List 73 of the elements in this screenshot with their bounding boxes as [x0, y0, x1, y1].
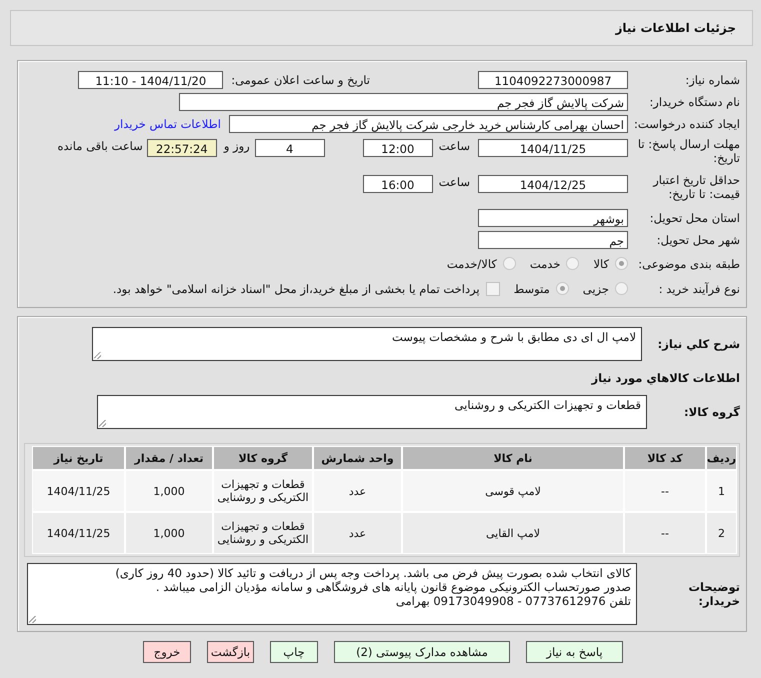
- radio-button[interactable]: [556, 282, 569, 295]
- table-cell: --: [624, 512, 706, 554]
- column-header: ردیف: [706, 446, 737, 470]
- column-header: نام کالا: [402, 446, 624, 470]
- radio-button[interactable]: [502, 257, 516, 270]
- input-field[interactable]: احسان بهرامی کارشناس خرید خارجی شرکت پالایش گاز فجر جم: [229, 115, 628, 133]
- field-label: ساعت باقی مانده: [58, 139, 143, 153]
- table-cell: عدد: [313, 512, 402, 554]
- field-label: شماره نیاز:: [684, 73, 741, 87]
- option-label: خدمت: [530, 256, 560, 270]
- table-cell: 2: [706, 512, 737, 554]
- table-cell: --: [624, 470, 706, 512]
- column-header: واحد شمارش: [313, 446, 402, 470]
- table-cell: عدد: [313, 470, 402, 512]
- action-button[interactable]: مشاهده مدارک پیوستی (2): [334, 641, 510, 663]
- input-field[interactable]: 1404/11/20 - 11:10: [78, 71, 224, 89]
- table-cell: قطعات و تجهیزات الکتریکی و روشنایی: [213, 512, 313, 554]
- column-header: گروه کالا: [213, 446, 313, 470]
- remaining-time: 22:57:24: [146, 139, 217, 157]
- field-label: ساعت: [438, 139, 470, 153]
- input-field[interactable]: 1104092273000987: [478, 71, 628, 89]
- field-label: تاریخ و ساعت اعلان عمومی:: [231, 73, 370, 87]
- field-label: روز و: [224, 139, 250, 153]
- contact-link[interactable]: اطلاعات تماس خریدار: [114, 117, 221, 131]
- input-field[interactable]: بوشهر: [478, 209, 628, 227]
- table-cell: 1404/11/25: [32, 470, 125, 512]
- table-cell: 1,000: [125, 470, 213, 512]
- table-cell: 1: [706, 470, 737, 512]
- table-cell: 1404/11/25: [32, 512, 125, 554]
- checkbox[interactable]: [486, 282, 500, 296]
- text-area[interactable]: لامپ ال ای دی مطابق با شرح و مشخصات پیوست: [92, 327, 642, 361]
- field-label: ساعت: [438, 175, 470, 189]
- field-label: حداقل تاریخ اعتبار قیمت: تا تاریخ:: [652, 173, 741, 201]
- field-label: نام دستگاه خریدار:: [648, 95, 741, 109]
- action-button[interactable]: بازگشت: [207, 641, 254, 663]
- field-label: نوع فرآیند خرید :: [658, 282, 741, 296]
- option-label: کالا: [593, 256, 609, 270]
- field-label: شهر محل تحویل:: [656, 233, 741, 247]
- section-heading: اطلاعات کالاهاي مورد نیاز: [590, 370, 741, 387]
- field-label: توضیحات خریدار:: [688, 580, 741, 608]
- field-label: گروه کالا:: [683, 404, 741, 419]
- input-field[interactable]: 12:00: [362, 139, 433, 157]
- action-button[interactable]: پاسخ به نیاز: [526, 641, 623, 663]
- table-cell: لامپ قوسی: [402, 470, 624, 512]
- input-field[interactable]: 4: [254, 139, 325, 157]
- column-header: تعداد / مقدار: [125, 446, 213, 470]
- action-button[interactable]: چاپ: [270, 641, 318, 663]
- input-field[interactable]: 1404/12/25: [478, 175, 628, 193]
- input-field[interactable]: 16:00: [362, 175, 433, 193]
- radio-button[interactable]: [615, 257, 628, 270]
- table-cell: قطعات و تجهیزات الکتریکی و روشنایی: [213, 470, 313, 512]
- field-label: مهلت ارسال پاسخ: تا تاریخ:: [636, 137, 741, 165]
- field-label: طبقه بندی موضوعی:: [637, 256, 741, 270]
- action-button[interactable]: خروج: [143, 641, 191, 663]
- option-label: جزیی: [582, 282, 609, 296]
- page-title: جزئیات اطلاعات نیاز: [615, 21, 736, 35]
- input-field[interactable]: جم: [478, 231, 628, 249]
- input-field[interactable]: 1404/11/25: [478, 139, 628, 157]
- radio-button[interactable]: [566, 257, 580, 270]
- input-field[interactable]: شرکت پالایش گاز فجر جم: [179, 93, 628, 111]
- field-label: ایجاد کننده درخواست:: [633, 117, 741, 131]
- table-cell: لامپ القایی: [402, 512, 624, 554]
- field-label: شرح کلي نیاز:: [656, 336, 741, 351]
- option-label: متوسط: [514, 282, 550, 296]
- table-cell: 1,000: [125, 512, 213, 554]
- text-area[interactable]: کالای انتخاب شده بصورت پیش فرض می باشد. پرداخت وجه پس از دریافت و تائید کالا (حدود 40 روز کاری) صدور صورتحساب الکترونیکی موضوع قانون پایانه های فروشگاهی و سامانه مؤدیان الزامی میباشد . تلفن 07737612976 - 09173049908 بهرامی: [27, 563, 637, 625]
- column-header: کد کالا: [624, 446, 706, 470]
- option-label: کالا/خدمت: [446, 256, 497, 270]
- text-area[interactable]: قطعات و تجهیزات الکتریکی و روشنایی: [97, 395, 647, 429]
- radio-button[interactable]: [615, 282, 628, 295]
- column-header: تاریخ نیاز: [32, 446, 125, 470]
- field-label: استان محل تحویل:: [648, 211, 741, 225]
- checkbox-label: پرداخت تمام یا بخشی از مبلغ خرید،از محل "اسناد خزانه اسلامی" خواهد بود.: [112, 282, 480, 296]
